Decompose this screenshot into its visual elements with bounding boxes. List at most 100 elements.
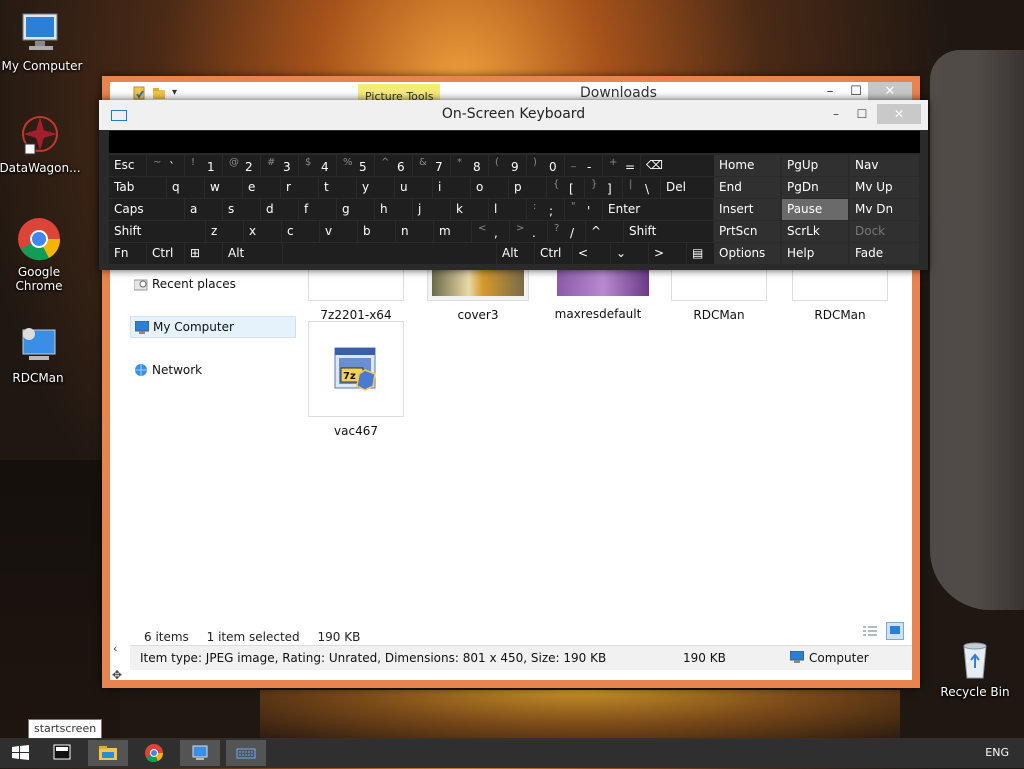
resize-grip-icon[interactable]: ✥	[112, 668, 122, 682]
osk-key[interactable]: i	[433, 177, 470, 198]
osk-key[interactable]: l	[489, 199, 526, 220]
osk-key[interactable]: Shift	[624, 221, 713, 242]
osk-maximize-button[interactable]: ☐	[849, 104, 875, 124]
osk-key[interactable]: :;	[527, 199, 564, 220]
osk-nav-key[interactable]: Dock	[850, 221, 919, 242]
osk-nav-key[interactable]: Insert	[714, 199, 780, 220]
osk-key[interactable]: ^ 6	[375, 155, 412, 176]
osk-key[interactable]: Del	[661, 177, 715, 198]
customize-toolbar-icon[interactable]: ▾	[172, 86, 182, 100]
osk-key[interactable]: b	[358, 221, 395, 242]
osk-minimize-button[interactable]: –	[823, 104, 849, 124]
osk-key[interactable]: Enter	[603, 199, 713, 220]
osk-key[interactable]: }]	[585, 177, 622, 198]
osk-nav-key[interactable]: Options	[714, 243, 780, 264]
osk-key[interactable]: Shift	[109, 221, 205, 242]
osk-key[interactable]: k	[451, 199, 488, 220]
maximize-button[interactable]: ☐	[842, 82, 870, 102]
osk-key[interactable]: ) 0	[527, 155, 564, 176]
osk-key[interactable]: Ctrl	[535, 243, 572, 264]
osk-key[interactable]: ⌄	[611, 243, 648, 264]
osk-key[interactable]: r	[281, 177, 318, 198]
osk-key[interactable]: z	[206, 221, 243, 242]
osk-key[interactable]: f	[299, 199, 336, 220]
taskbar-startscreen[interactable]	[42, 740, 82, 766]
file-item[interactable]: 7z vac467	[306, 321, 406, 438]
osk-nav-key[interactable]: Help	[782, 243, 848, 264]
osk-key[interactable]: {[	[547, 177, 584, 198]
osk-key[interactable]: Caps	[109, 199, 184, 220]
osk-key[interactable]: >.	[510, 221, 547, 242]
osk-key[interactable]: h	[375, 199, 412, 220]
osk-nav-key[interactable]: Fade	[850, 243, 919, 264]
osk-key[interactable]: x	[244, 221, 281, 242]
osk-key[interactable]: ~ `	[147, 155, 184, 176]
start-button[interactable]	[0, 740, 40, 766]
osk-key[interactable]: p	[509, 177, 546, 198]
language-indicator[interactable]: ENG	[985, 746, 1009, 759]
details-view-button[interactable]	[862, 624, 878, 638]
osk-key[interactable]: @2	[223, 155, 260, 176]
close-button[interactable]: ✕	[868, 82, 912, 102]
osk-key[interactable]: _ -	[565, 155, 602, 176]
osk-close-button[interactable]: ✕	[877, 104, 921, 124]
collapse-pane-button[interactable]: ‹	[113, 642, 123, 655]
osk-key[interactable]: w	[205, 177, 242, 198]
new-folder-icon[interactable]	[152, 86, 166, 100]
osk-key[interactable]: ^	[586, 221, 623, 242]
desktop-icon-rdcman[interactable]: RDCMan	[0, 322, 80, 385]
osk-key[interactable]: m	[434, 221, 471, 242]
osk-key[interactable]: n	[396, 221, 433, 242]
nav-item-recent-places[interactable]: Recent places	[130, 274, 296, 294]
osk-key[interactable]: ! 1	[185, 155, 222, 176]
osk-key[interactable]: Fn	[109, 243, 146, 264]
osk-key[interactable]: Ctrl	[147, 243, 184, 264]
osk-key[interactable]: v	[320, 221, 357, 242]
osk-key[interactable]: j	[413, 199, 450, 220]
osk-nav-key[interactable]: Nav	[850, 155, 919, 176]
minimize-button[interactable]: –	[816, 82, 844, 102]
osk-key[interactable]: q	[167, 177, 204, 198]
osk-key[interactable]: o	[471, 177, 508, 198]
osk-key[interactable]: Alt	[497, 243, 534, 264]
taskbar-file-explorer[interactable]	[88, 740, 128, 766]
desktop-icon-my-computer[interactable]: My Computer	[0, 10, 84, 73]
taskbar-rdcman[interactable]	[180, 740, 220, 766]
osk-key[interactable]: Alt	[223, 243, 282, 264]
osk-key[interactable]: ⊞	[185, 243, 222, 264]
osk-key[interactable]: $4	[299, 155, 336, 176]
osk-key[interactable]: | \	[623, 177, 660, 198]
osk-key[interactable]: e	[243, 177, 280, 198]
osk-key[interactable]: & 7	[413, 155, 450, 176]
osk-key[interactable]: * 8	[451, 155, 488, 176]
osk-key[interactable]: y	[357, 177, 394, 198]
desktop-icon-chrome[interactable]: Google Chrome	[0, 216, 81, 293]
osk-key[interactable]: " '	[565, 199, 602, 220]
osk-key[interactable]: #3	[261, 155, 298, 176]
desktop-icon-recycle-bin[interactable]: Recycle Bin	[933, 636, 1017, 699]
osk-key[interactable]: ⌫	[641, 155, 715, 176]
osk-key[interactable]: g	[337, 199, 374, 220]
osk-nav-key[interactable]: Home	[714, 155, 780, 176]
properties-icon[interactable]	[132, 86, 146, 100]
osk-key[interactable]: Tab	[109, 177, 166, 198]
taskbar-on-screen-keyboard[interactable]	[226, 740, 266, 766]
osk-nav-key[interactable]: Mv Dn	[850, 199, 919, 220]
thumbnail-view-button[interactable]	[886, 622, 904, 640]
osk-key[interactable]	[283, 243, 496, 264]
nav-item-my-computer[interactable]: My Computer	[130, 316, 296, 338]
osk-key[interactable]: a	[185, 199, 222, 220]
osk-key[interactable]: (9	[489, 155, 526, 176]
osk-nav-key[interactable]: End	[714, 177, 780, 198]
osk-key[interactable]: <,	[472, 221, 509, 242]
taskbar-chrome[interactable]	[134, 740, 174, 766]
nav-item-network[interactable]: Network	[130, 360, 296, 380]
osk-key[interactable]: u	[395, 177, 432, 198]
osk-nav-key[interactable]: ScrLk	[782, 221, 848, 242]
osk-nav-key[interactable]: PgDn	[782, 177, 848, 198]
osk-key[interactable]: + =	[603, 155, 640, 176]
osk-nav-key[interactable]: PrtScn	[714, 221, 780, 242]
osk-key[interactable]: % 5	[337, 155, 374, 176]
osk-key[interactable]: <	[573, 243, 610, 264]
osk-nav-key[interactable]: Mv Up	[850, 177, 919, 198]
